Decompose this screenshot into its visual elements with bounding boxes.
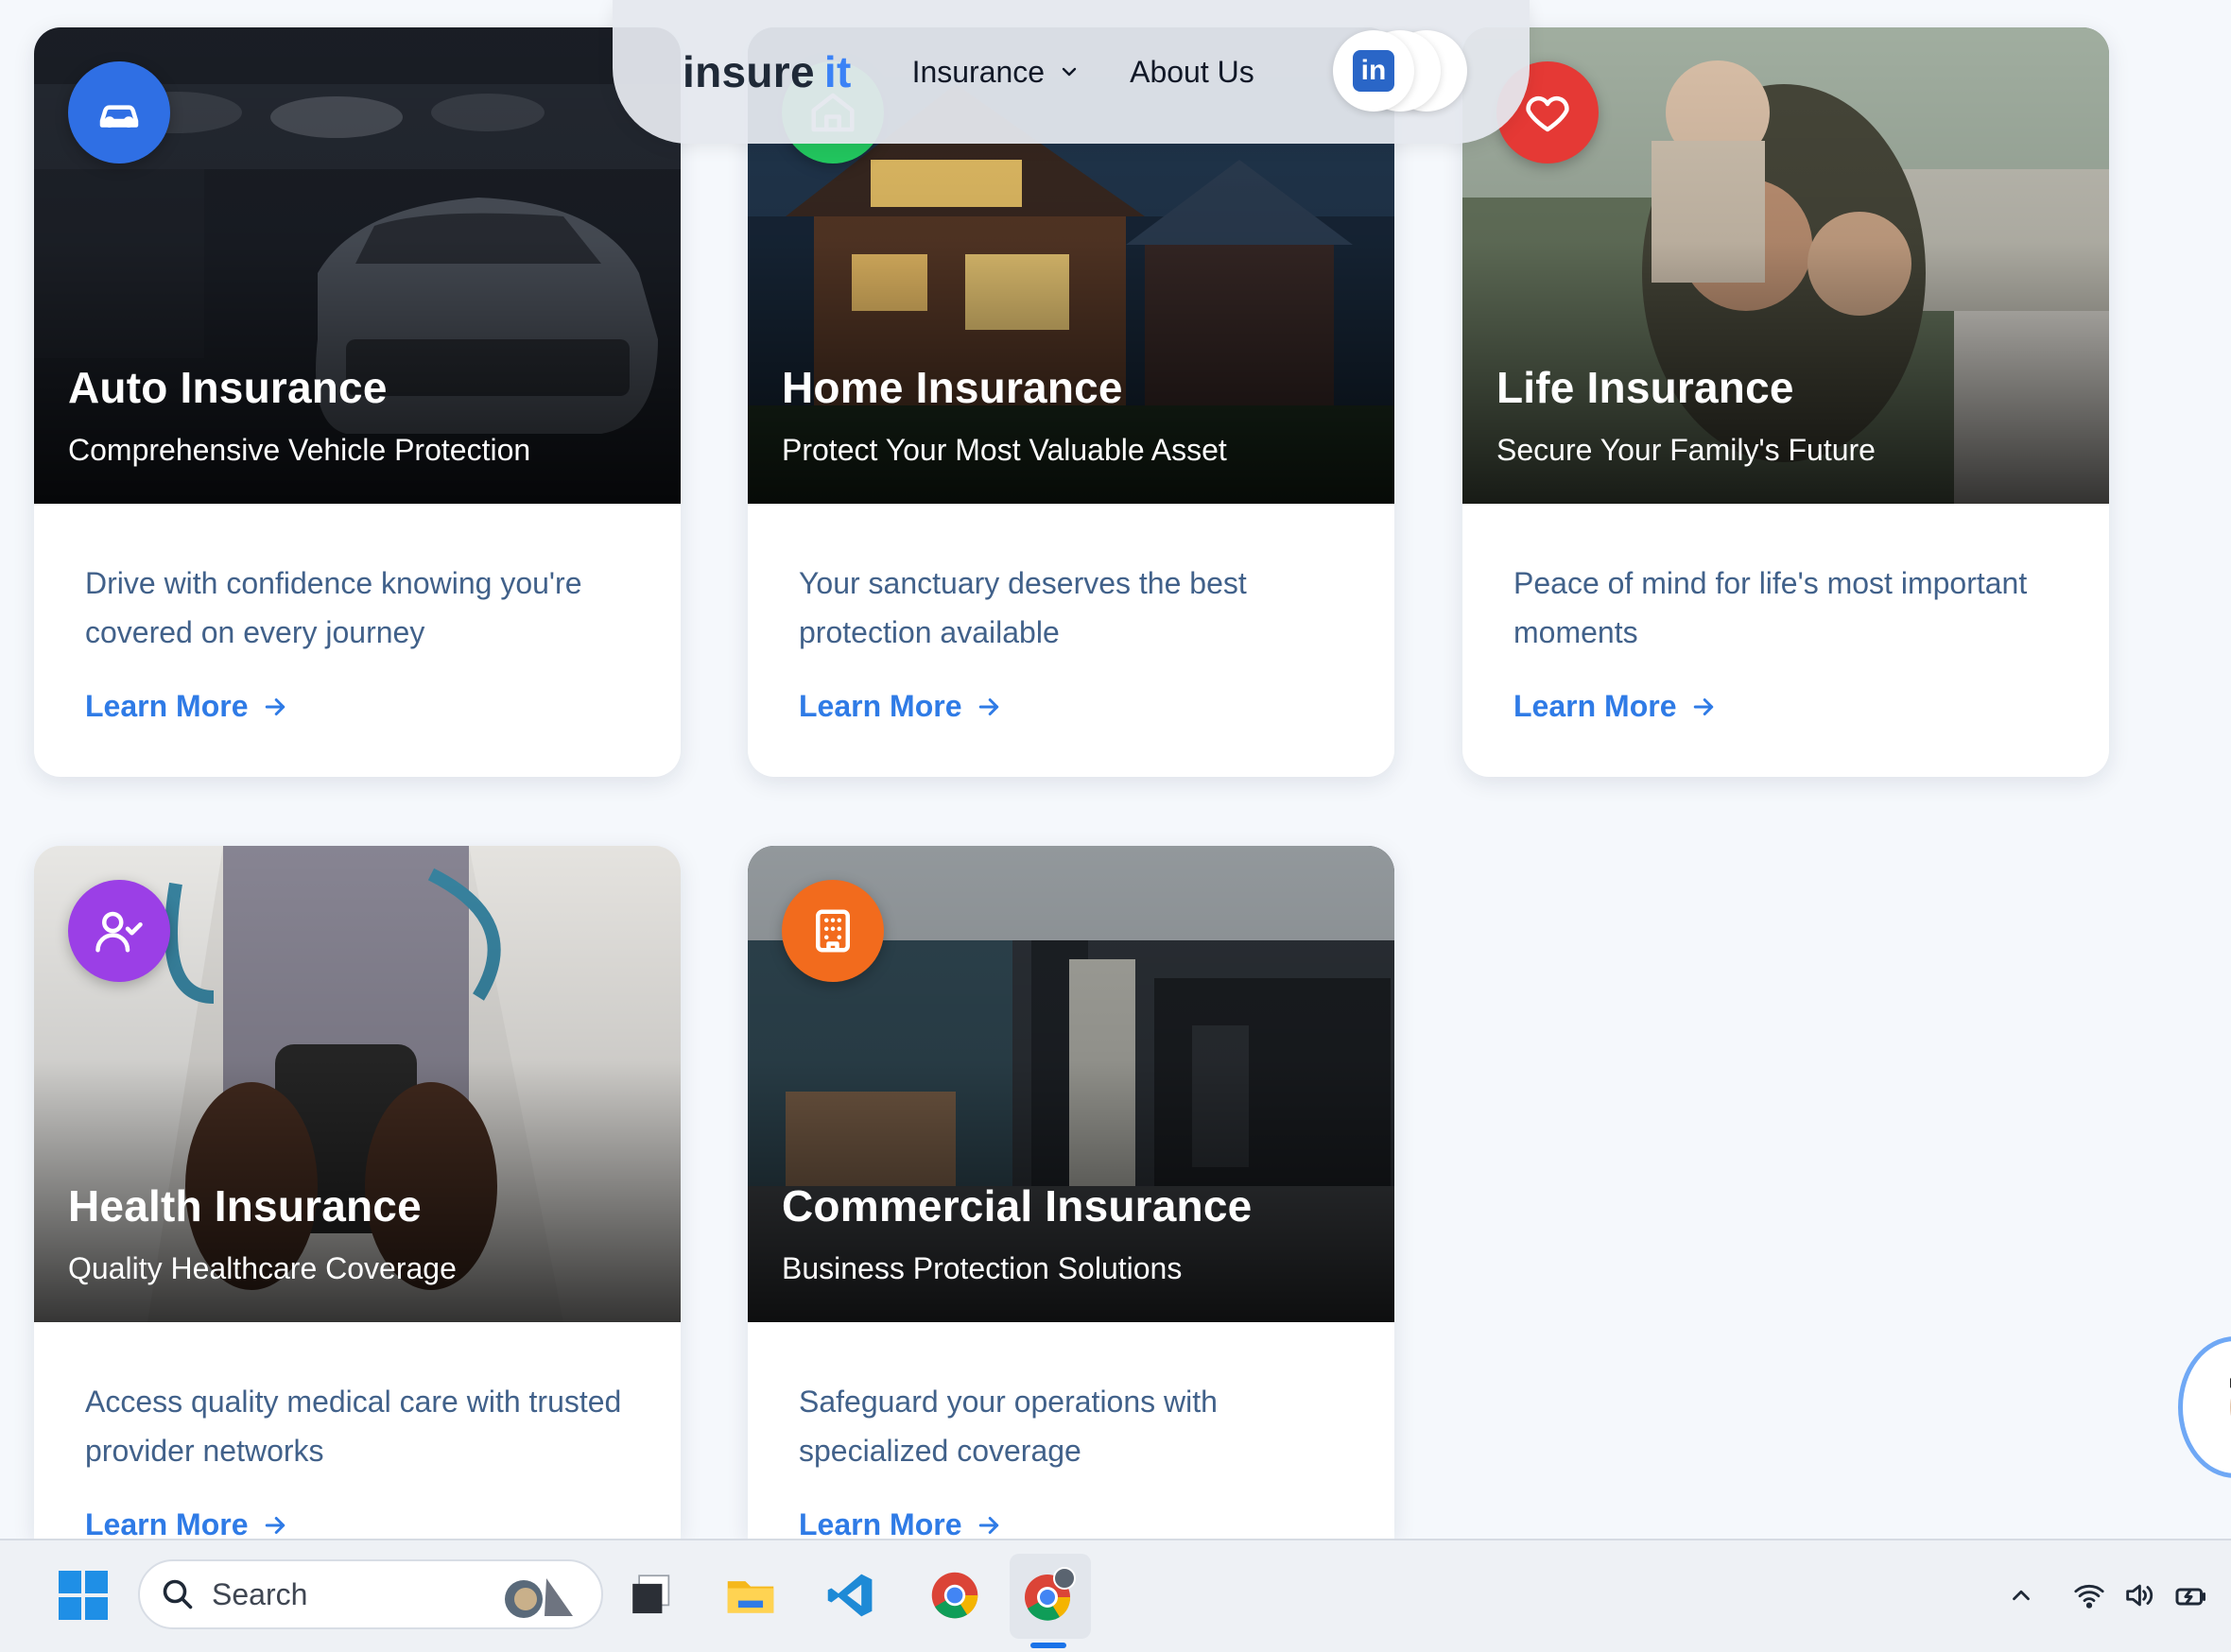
vscode-icon: [827, 1574, 873, 1617]
wifi-button[interactable]: [2067, 1573, 2112, 1618]
arrow-right-icon: [979, 1516, 999, 1534]
logo-accent-text: it: [823, 47, 852, 96]
card-title: Life Insurance: [1496, 363, 1794, 412]
arrow-right-icon: [979, 697, 999, 715]
arrow-right-icon: [266, 1516, 285, 1534]
card-subtitle: Quality Healthcare Coverage: [68, 1251, 457, 1285]
site-logo[interactable]: insure it: [683, 46, 852, 97]
search-placeholder: Search: [212, 1576, 308, 1611]
avatar-icon: [2230, 1377, 2231, 1417]
card-subtitle: Comprehensive Vehicle Protection: [68, 433, 531, 467]
learn-more-label: Learn More: [85, 689, 249, 723]
arrow-right-icon: [266, 697, 285, 715]
card-subtitle: Secure Your Family's Future: [1496, 433, 1876, 467]
top-navbar: insure it Insurance About Us in: [613, 0, 1530, 144]
card-title: Health Insurance: [68, 1181, 422, 1230]
chrome-profile-button[interactable]: [1021, 1567, 1078, 1624]
user-check-icon: [95, 911, 143, 953]
active-app-indicator: [1030, 1643, 1066, 1648]
car-icon: [99, 105, 139, 128]
task-view-button[interactable]: [624, 1567, 681, 1624]
linkedin-button[interactable]: in: [1333, 30, 1414, 112]
battery-charging-icon: [2175, 1588, 2205, 1606]
chrome-button[interactable]: [926, 1567, 983, 1624]
arrow-right-icon: [1694, 697, 1714, 715]
card-body: Your sanctuary deserves the best protect…: [748, 504, 1394, 724]
health-insurance-card: Health Insurance Quality Healthcare Cove…: [34, 846, 681, 1539]
life-insurance-card: Life Insurance Secure Your Family's Futu…: [1462, 27, 2109, 777]
learn-more-label: Learn More: [799, 689, 962, 723]
taskbar-search-box[interactable]: Search: [138, 1559, 603, 1629]
learn-more-link[interactable]: Learn More: [85, 1507, 289, 1539]
heart-icon: [1526, 95, 1569, 132]
card-description: Access quality medical care with trusted…: [85, 1385, 622, 1468]
commercial-insurance-image: Commercial Insurance Business Protection…: [748, 846, 1394, 1322]
learn-more-label: Learn More: [1513, 689, 1677, 723]
card-title: Home Insurance: [782, 363, 1123, 412]
vscode-button[interactable]: [822, 1567, 879, 1624]
card-title: Auto Insurance: [68, 363, 388, 412]
card-description: Your sanctuary deserves the best protect…: [799, 566, 1247, 649]
windows-taskbar: Search: [0, 1539, 2231, 1652]
social-icons: in: [1333, 30, 1503, 112]
volume-button[interactable]: [2116, 1573, 2161, 1618]
card-title: Commercial Insurance: [782, 1181, 1253, 1230]
learn-more-link[interactable]: Learn More: [1513, 689, 1718, 724]
task-view-icon: [632, 1575, 670, 1614]
learn-more-label: Learn More: [85, 1507, 249, 1539]
chrome-icon: [931, 1572, 978, 1619]
commercial-insurance-card: Commercial Insurance Business Protection…: [748, 846, 1394, 1539]
auto-insurance-card: Auto Insurance Comprehensive Vehicle Pro…: [34, 27, 681, 777]
chevron-down-icon: [1062, 67, 1077, 77]
nav-about-link[interactable]: About Us: [1130, 55, 1254, 90]
wifi-icon: [2074, 1584, 2104, 1609]
windows-start-icon[interactable]: [57, 1569, 110, 1622]
learn-more-label: Learn More: [799, 1507, 962, 1539]
chevron-up-icon: [2013, 1590, 2030, 1601]
file-explorer-button[interactable]: [722, 1567, 779, 1624]
building-icon: [816, 909, 850, 953]
card-description: Peace of mind for life's most important …: [1513, 566, 2028, 649]
linkedin-icon: in: [1353, 50, 1394, 92]
chat-avatar-button[interactable]: [2178, 1336, 2231, 1478]
commercial-badge: [782, 880, 884, 982]
chrome-profile-icon: [1025, 1567, 1076, 1621]
card-description: Safeguard your operations with specializ…: [799, 1385, 1218, 1468]
learn-more-link[interactable]: Learn More: [799, 689, 1003, 724]
folder-icon: [727, 1581, 774, 1613]
card-body: Access quality medical care with trusted…: [34, 1322, 681, 1539]
card-body: Drive with confidence knowing you're cov…: [34, 504, 681, 724]
learn-more-link[interactable]: Learn More: [799, 1507, 1003, 1539]
card-body: Peace of mind for life's most important …: [1462, 504, 2109, 724]
health-insurance-image: Health Insurance Quality Healthcare Cove…: [34, 846, 681, 1322]
learn-more-link[interactable]: Learn More: [85, 689, 289, 724]
speaker-icon: [2126, 1584, 2153, 1607]
logo-main-text: insure: [683, 47, 815, 96]
card-subtitle: Business Protection Solutions: [782, 1251, 1183, 1285]
search-icon: [163, 1579, 193, 1609]
battery-button[interactable]: [2169, 1573, 2214, 1618]
show-hidden-icons-button[interactable]: [1998, 1573, 2044, 1618]
health-badge: [68, 880, 170, 982]
nav-insurance-label: Insurance: [911, 54, 1046, 89]
auto-insurance-image: Auto Insurance Comprehensive Vehicle Pro…: [34, 27, 681, 504]
card-description: Drive with confidence knowing you're cov…: [85, 566, 582, 649]
nav-insurance-dropdown[interactable]: Insurance: [912, 55, 1081, 90]
auto-badge: [68, 61, 170, 163]
card-body: Safeguard your operations with specializ…: [748, 1322, 1394, 1539]
nav-about-label: About Us: [1130, 54, 1254, 89]
life-insurance-image: Life Insurance Secure Your Family's Futu…: [1462, 27, 2109, 504]
search-highlight-icon: [505, 1578, 573, 1618]
card-subtitle: Protect Your Most Valuable Asset: [782, 433, 1227, 467]
